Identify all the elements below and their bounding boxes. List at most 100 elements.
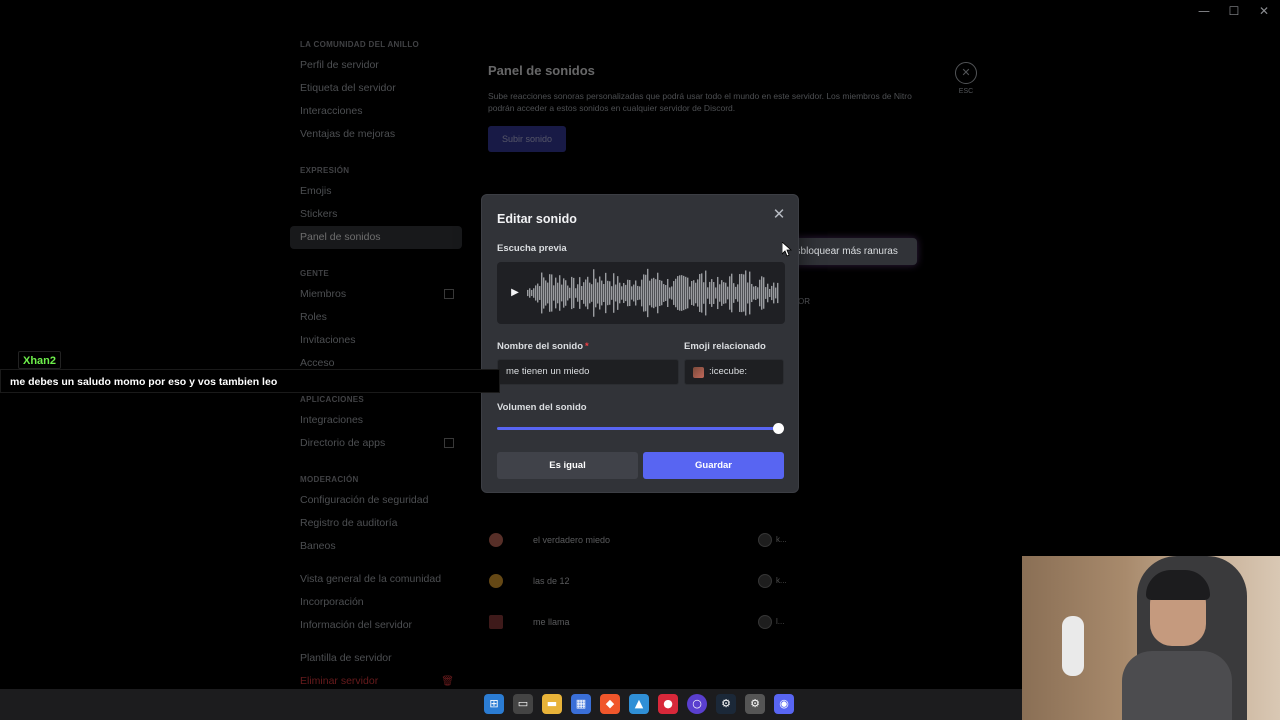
waveform-bar — [647, 268, 649, 318]
waveform-bar — [613, 273, 615, 313]
waveform-bar — [623, 283, 625, 303]
emoji-input[interactable]: :icecube: — [684, 359, 784, 385]
waveform-bar — [541, 272, 543, 314]
windows-start-icon[interactable]: ⊞ — [484, 694, 504, 714]
store-icon[interactable]: ▦ — [571, 694, 591, 714]
sound-name-label: Nombre del sonido * — [497, 341, 589, 352]
sidebar-item-bans[interactable]: Baneos — [290, 535, 462, 558]
app-circle-icon[interactable]: ○ — [687, 694, 707, 714]
sidebar-item-stickers[interactable]: Stickers — [290, 203, 462, 226]
waveform-bar — [615, 284, 617, 302]
waveform-bar — [643, 274, 645, 312]
waveform-bar — [635, 280, 637, 306]
waveform-bar — [725, 282, 727, 304]
waveform-bar — [667, 279, 669, 307]
uploader-name: l... — [776, 617, 785, 626]
sidebar-item-community-overview[interactable]: Vista general de la comunidad — [290, 568, 462, 591]
waveform-bar — [765, 287, 767, 299]
close-window-button[interactable]: ✕ — [1256, 4, 1272, 18]
waveform-bar — [639, 286, 641, 300]
sound-name-label-text: Nombre del sonido — [497, 341, 584, 352]
waveform-bar — [671, 286, 673, 300]
sidebar-item-server-insights[interactable]: Información del servidor — [290, 614, 462, 637]
sidebar-item-onboarding[interactable]: Incorporación — [290, 591, 462, 614]
sidebar-item-server-tag[interactable]: Etiqueta del servidor — [290, 77, 462, 100]
waveform-bar — [547, 282, 549, 304]
photos-icon[interactable]: ▲ — [629, 694, 649, 714]
waveform-bar — [557, 282, 559, 304]
chat-username: Xhan2 — [18, 351, 62, 369]
waveform-bar — [657, 272, 659, 314]
sidebar-item-app-directory[interactable]: Directorio de apps — [290, 432, 462, 455]
task-view-icon[interactable]: ▭ — [513, 694, 533, 714]
person-hair — [1146, 570, 1210, 600]
list-item[interactable]: me llama l... — [488, 601, 788, 642]
waveform-bar — [729, 276, 731, 310]
play-icon[interactable]: ▶ — [508, 286, 522, 300]
waveform-bar — [631, 286, 633, 300]
waveform-bar — [761, 276, 763, 310]
waveform-bar — [697, 279, 699, 307]
external-link-icon — [444, 289, 454, 299]
waveform-bar — [757, 287, 759, 299]
sound-name: el verdadero miedo — [533, 534, 611, 545]
waveform-bar — [597, 282, 599, 304]
sidebar-item-audit-log[interactable]: Registro de auditoría — [290, 512, 462, 535]
preview-label: Escucha previa — [497, 243, 567, 254]
waveform-preview[interactable]: ▶ — [497, 262, 785, 324]
sidebar-section-title: LA COMUNIDAD DEL ANILLO — [300, 40, 420, 49]
save-button[interactable]: Guardar — [643, 452, 784, 479]
close-settings[interactable]: ✕ ESC — [955, 62, 977, 95]
waveform-bar — [745, 270, 747, 316]
app-red-icon[interactable]: ● — [658, 694, 678, 714]
settings-icon[interactable]: ⚙ — [745, 694, 765, 714]
waveform-bar — [549, 274, 551, 312]
sidebar-item-invites[interactable]: Invitaciones — [290, 329, 462, 352]
waveform-bar — [607, 280, 609, 306]
file-explorer-icon[interactable]: ▬ — [542, 694, 562, 714]
sidebar-item-emojis[interactable]: Emojis — [290, 180, 462, 203]
sidebar-item-members[interactable]: Miembros — [290, 283, 462, 306]
volume-slider-track[interactable] — [497, 427, 779, 430]
sidebar-item-server-profile[interactable]: Perfil de servidor — [290, 54, 462, 77]
close-icon[interactable]: ✕ — [770, 205, 788, 223]
waveform-bar — [529, 288, 531, 298]
waveform-bar — [627, 279, 629, 307]
minimize-button[interactable]: — — [1196, 4, 1212, 18]
list-item[interactable]: el verdadero miedo k... — [488, 519, 788, 560]
sound-emoji-icon — [489, 532, 503, 547]
sidebar-item-roles[interactable]: Roles — [290, 306, 462, 329]
waveform-bar — [699, 274, 701, 312]
waveform-bar — [611, 286, 613, 300]
waveform-bar — [587, 276, 589, 310]
waveform-bar — [543, 277, 545, 309]
brave-icon[interactable]: ◆ — [600, 694, 620, 714]
waveform-bar — [577, 284, 579, 302]
sidebar-item-soundboard[interactable]: Panel de sonidos — [290, 226, 462, 249]
cancel-button[interactable]: Es igual — [497, 452, 638, 479]
waveform-bar — [727, 286, 729, 300]
maximize-button[interactable]: ☐ — [1226, 4, 1242, 18]
sidebar-item-integrations[interactable]: Integraciones — [290, 409, 462, 432]
waveform-bar — [721, 280, 723, 306]
sound-name-input[interactable]: me tienen un miedo — [497, 359, 679, 385]
waveform-bar — [641, 279, 643, 307]
discord-icon[interactable]: ◉ — [774, 694, 794, 714]
sidebar-item-safety-setup[interactable]: Configuración de seguridad — [290, 489, 462, 512]
waveform-bar — [585, 279, 587, 307]
sidebar-item-interactions[interactable]: Interacciones — [290, 100, 462, 123]
waveform-bar — [563, 278, 565, 308]
list-item[interactable]: las de 12 k... — [488, 560, 788, 601]
waveform-bar — [591, 284, 593, 302]
waveform-bar — [695, 282, 697, 304]
sidebar-item-boost-perks[interactable]: Ventajas de mejoras — [290, 123, 462, 146]
sidebar-item-server-template[interactable]: Plantilla de servidor — [290, 647, 462, 670]
steam-icon[interactable]: ⚙ — [716, 694, 736, 714]
waveform-bar — [599, 276, 601, 310]
waveform-bar — [747, 282, 749, 304]
volume-slider-thumb[interactable] — [773, 423, 784, 434]
waveform-bar — [739, 274, 741, 312]
waveform-bar — [573, 277, 575, 309]
upload-sound-button[interactable]: Subir sonido — [488, 126, 566, 152]
waveform-bar — [709, 281, 711, 305]
